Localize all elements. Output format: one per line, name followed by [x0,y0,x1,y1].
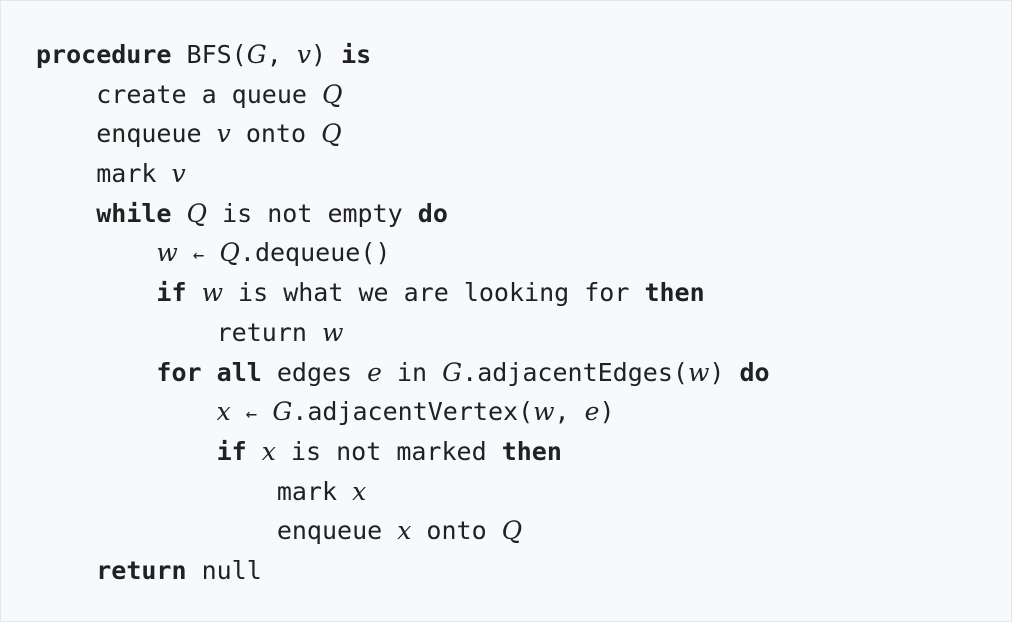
variable: w [321,317,344,347]
code-line: x ← G.adjacentVertex(w, e) [36,392,770,432]
variable: Q [321,119,342,149]
variable: Q [501,516,523,546]
code-text: .dequeue() [239,238,391,268]
code-line: w ← Q.dequeue() [36,233,770,273]
keyword: then [644,278,705,308]
keyword: while [96,198,172,228]
code-text: ) [709,357,740,387]
variable: e [584,397,600,427]
keyword: do [739,357,770,387]
pseudocode-listing: procedure BFS(G, v) is create a queue Q … [36,35,770,591]
keyword: if [156,278,187,308]
code-line: mark v [36,154,770,194]
variable: G [272,397,293,427]
keyword: then [501,436,562,466]
variable: x [261,436,276,466]
code-text: enqueue [96,119,217,149]
variable: v [296,40,311,69]
variable: x [352,476,367,506]
variable: w [156,238,178,268]
variable: v [216,119,231,149]
code-text: create a queue [96,79,322,109]
variable: Q [322,79,343,109]
code-line: procedure BFS(G, v) is [36,35,770,75]
variable: G [442,357,463,387]
variable: w [687,357,710,387]
code-line: if w is what we are looking for then [36,273,770,313]
code-line: return null [36,551,770,591]
keyword: all [216,357,262,387]
code-line: return w [36,313,770,353]
variable: Q [186,198,208,228]
code-line: enqueue x onto Q [36,511,770,551]
code-block: procedure BFS(G, v) is create a queue Q … [0,0,1012,622]
keyword: for [156,357,202,387]
code-text: is not marked [275,436,502,466]
code-text: is not empty [207,198,418,228]
code-text: onto [411,516,502,546]
variable: Q [219,238,240,268]
code-text: in [381,357,443,387]
code-text: .adjacentEdges( [462,357,688,387]
code-line: mark x [36,472,770,512]
code-text: , [554,397,585,427]
code-line: enqueue v onto Q [36,114,770,154]
keyword: is [341,40,372,69]
code-text: ) [310,40,342,69]
code-line: if x is not marked then [36,432,770,472]
variable: w [533,397,555,427]
keyword: return [96,555,187,585]
code-text: edges [261,357,368,387]
code-text: onto [230,119,322,149]
variable: e [367,357,382,387]
variable: v [171,159,186,189]
variable: G [246,40,267,69]
code-text: is what we are looking for [223,278,645,308]
code-text: enqueue [276,516,398,546]
code-text: return [216,317,322,347]
keyword: do [417,198,448,228]
code-line: for all edges e in G.adjacentEdges(w) do [36,353,770,393]
variable: x [216,397,231,427]
keyword: if [216,436,247,466]
code-text: null [186,555,262,585]
code-text: mark [96,159,172,189]
code-text: .adjacentVertex( [292,397,534,427]
code-text: BFS( [171,40,247,69]
code-line: create a queue Q [36,75,770,115]
arrow-operator: ← [245,403,258,426]
arrow-operator: ← [192,244,205,267]
variable: w [201,278,223,308]
code-text: mark [276,476,353,506]
code-text: ) [599,397,615,427]
code-line: while Q is not empty do [36,194,770,234]
code-text: , [266,40,297,69]
keyword: procedure [36,40,172,69]
variable: x [397,516,412,546]
